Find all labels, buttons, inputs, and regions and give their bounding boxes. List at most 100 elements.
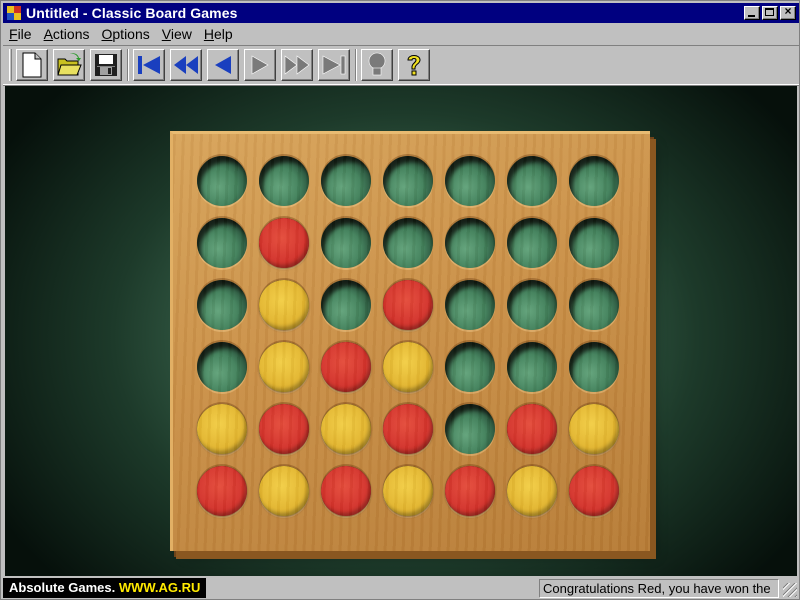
red-disc [507, 404, 557, 454]
red-disc [259, 404, 309, 454]
red-disc [259, 218, 309, 268]
board-hole[interactable] [259, 342, 309, 392]
minimize-icon [748, 15, 755, 17]
board-hole[interactable] [383, 466, 433, 516]
toolbar-separator [127, 49, 129, 81]
board-hole[interactable] [197, 218, 247, 268]
board-hole[interactable] [197, 156, 247, 206]
menu-file[interactable]: File [3, 25, 38, 43]
board-hole[interactable] [445, 218, 495, 268]
menu-help[interactable]: Help [198, 25, 239, 43]
board-hole[interactable] [507, 218, 557, 268]
skip-to-end-icon [322, 55, 346, 75]
board-hole[interactable] [507, 404, 557, 454]
step-back-icon [215, 56, 231, 74]
open-game-button[interactable] [53, 49, 85, 81]
menu-options[interactable]: Options [96, 25, 156, 43]
connect-four-board[interactable] [170, 131, 650, 551]
board-hole[interactable] [321, 404, 371, 454]
red-disc [197, 466, 247, 516]
board-hole[interactable] [569, 156, 619, 206]
maximize-button[interactable] [762, 6, 778, 20]
yellow-disc [507, 466, 557, 516]
minimize-button[interactable] [744, 6, 760, 20]
next-move-button[interactable] [244, 49, 276, 81]
first-move-button[interactable] [133, 49, 165, 81]
board-hole[interactable] [197, 280, 247, 330]
yellow-disc [569, 404, 619, 454]
board-hole[interactable] [383, 342, 433, 392]
last-move-button[interactable] [318, 49, 350, 81]
board-hole[interactable] [321, 342, 371, 392]
toolbar-separator [355, 49, 357, 81]
board-hole[interactable] [507, 280, 557, 330]
menu-view-label: iew [170, 26, 192, 42]
board-hole[interactable] [569, 218, 619, 268]
board-hole[interactable] [321, 156, 371, 206]
menu-file-label: ile [17, 26, 32, 42]
menu-view[interactable]: View [156, 25, 198, 43]
hint-button[interactable] [361, 49, 393, 81]
board-hole[interactable] [259, 466, 309, 516]
board-hole[interactable] [507, 466, 557, 516]
board-hole[interactable] [383, 404, 433, 454]
board-hole[interactable] [569, 404, 619, 454]
game-area [5, 86, 797, 576]
menu-help-accel: H [203, 26, 214, 42]
board-hole[interactable] [445, 280, 495, 330]
yellow-disc [259, 342, 309, 392]
board-hole[interactable] [569, 342, 619, 392]
board-hole[interactable] [383, 218, 433, 268]
fast-forward-button[interactable] [281, 49, 313, 81]
title-bar[interactable]: Untitled - Classic Board Games × [3, 3, 799, 23]
board-hole[interactable] [259, 218, 309, 268]
red-disc [383, 280, 433, 330]
status-bar: Absolute Games. WWW.AG.RU Congratulation… [3, 577, 799, 599]
board-hole[interactable] [445, 342, 495, 392]
board-hole[interactable] [383, 156, 433, 206]
board-hole[interactable] [383, 280, 433, 330]
board-hole[interactable] [321, 466, 371, 516]
toolbar [3, 45, 799, 85]
floppy-disk-icon [95, 54, 117, 76]
menu-options-label: ptions [112, 26, 150, 42]
maximize-icon [765, 8, 774, 16]
yellow-disc [383, 342, 433, 392]
save-game-button[interactable] [90, 49, 122, 81]
skip-to-start-icon [138, 56, 160, 74]
board-hole[interactable] [569, 280, 619, 330]
board-hole[interactable] [507, 342, 557, 392]
board-hole[interactable] [197, 466, 247, 516]
board-hole[interactable] [197, 404, 247, 454]
app-window: Untitled - Classic Board Games × File Ac… [0, 0, 800, 600]
help-button[interactable] [398, 49, 430, 81]
board-hole[interactable] [259, 156, 309, 206]
toolbar-grip[interactable] [9, 49, 12, 81]
board-hole[interactable] [445, 404, 495, 454]
board-hole[interactable] [259, 280, 309, 330]
board-hole[interactable] [321, 280, 371, 330]
red-disc [445, 466, 495, 516]
menu-actions[interactable]: Actions [38, 25, 96, 43]
rewind-button[interactable] [170, 49, 202, 81]
board-hole[interactable] [197, 342, 247, 392]
board-hole[interactable] [445, 466, 495, 516]
board-hole[interactable] [321, 218, 371, 268]
close-icon: × [784, 4, 792, 18]
board-hole[interactable] [259, 404, 309, 454]
close-button[interactable]: × [780, 4, 796, 20]
resize-grip[interactable] [783, 583, 797, 597]
new-game-button[interactable] [16, 49, 48, 81]
window-title: Untitled - Classic Board Games [26, 5, 238, 21]
board-hole[interactable] [507, 156, 557, 206]
board-hole[interactable] [569, 466, 619, 516]
app-icon[interactable] [6, 5, 22, 21]
board-hole[interactable] [445, 156, 495, 206]
yellow-disc [259, 280, 309, 330]
red-disc [321, 466, 371, 516]
window-controls: × [742, 4, 796, 20]
new-document-icon [22, 52, 42, 78]
yellow-disc [197, 404, 247, 454]
previous-move-button[interactable] [207, 49, 239, 81]
brand-label: Absolute Games. WWW.AG.RU [3, 578, 207, 598]
